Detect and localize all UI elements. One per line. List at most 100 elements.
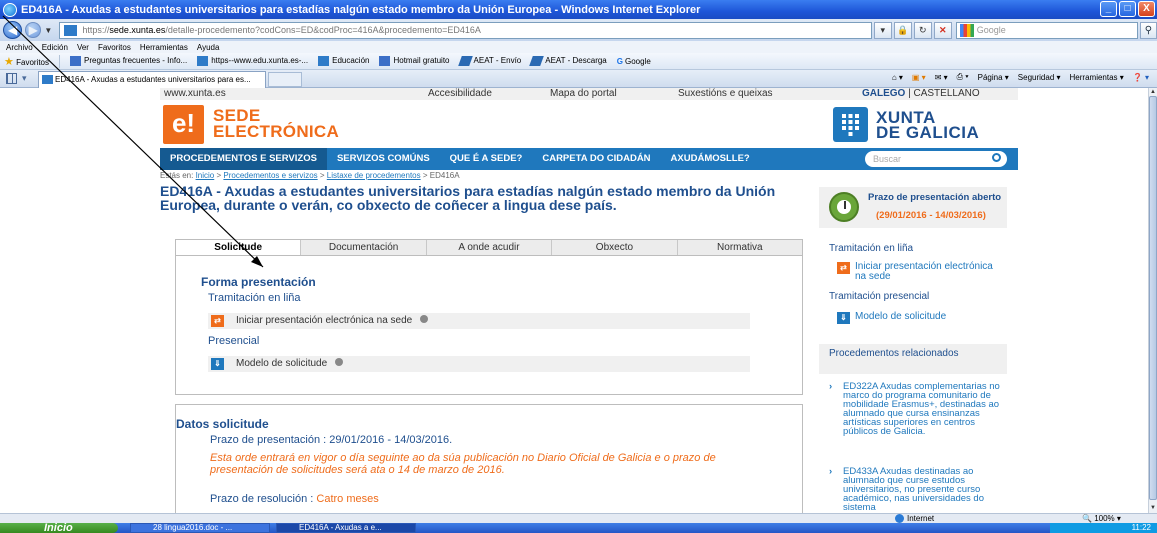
menu-favoritos[interactable]: Favoritos <box>98 43 131 52</box>
menu-edicion[interactable]: Edición <box>42 43 68 52</box>
lang-galego-link[interactable]: GALEGO <box>862 88 905 99</box>
taskbar-item-word[interactable]: 28 lingua2016.doc - ... <box>130 523 270 533</box>
site-search-input[interactable]: Buscar <box>865 151 1007 167</box>
favorite-label: AEAT - Envío <box>473 56 522 66</box>
xunta-domain-link[interactable]: www.xunta.es <box>164 88 226 100</box>
favorites-label: Favoritos <box>16 57 50 67</box>
window-controls: _ □ X <box>1100 1 1155 17</box>
xunta-emblem-icon[interactable] <box>833 107 868 142</box>
sidebar-modelo-link[interactable]: ⇓ Modelo de solicitude <box>837 312 997 324</box>
refresh-icon[interactable]: ↻ <box>913 21 932 39</box>
search-icon[interactable] <box>992 153 1001 162</box>
menu-herramientas[interactable]: Herramientas <box>140 43 188 52</box>
print-icon[interactable]: ⎙ ▾ <box>957 72 969 82</box>
sede-logo-icon[interactable]: e! <box>163 105 204 144</box>
menu-archivo[interactable]: Archivo <box>6 43 33 52</box>
tab-obxecto[interactable]: Obxecto <box>552 240 678 255</box>
prazo-label: Prazo de presentación : <box>210 434 330 446</box>
modelo-solicitude-row[interactable]: ⇓ Modelo de solicitude <box>208 356 750 372</box>
modelo-solicitude-link[interactable]: Modelo de solicitude <box>236 358 327 369</box>
minimize-button[interactable]: _ <box>1100 1 1117 17</box>
browser-tab-active[interactable]: ED416A - Axudas a estudantes universitar… <box>38 71 266 88</box>
url-host: sede.xunta.es <box>109 24 166 35</box>
address-input[interactable]: https://sede.xunta.es/detalle-procedemen… <box>59 21 872 39</box>
zoom-level: 100% <box>1094 514 1115 523</box>
menu-ayuda[interactable]: Ayuda <box>197 43 220 52</box>
divider <box>59 54 61 68</box>
favorite-item[interactable]: G Google <box>617 57 651 66</box>
suxestions-link[interactable]: Suxestións e queixas <box>678 88 773 100</box>
tools-menu[interactable]: Herramientas ▾ <box>1070 73 1124 82</box>
favorites-button[interactable]: ★ Favoritos <box>4 55 49 68</box>
help-icon[interactable] <box>335 358 344 367</box>
page-title: ED416A - Axudas a estudantes universitar… <box>160 183 776 213</box>
lang-separator: | <box>905 88 914 99</box>
start-button[interactable]: Inicio <box>0 523 118 533</box>
tab-list-icon[interactable]: ▾ <box>22 73 33 84</box>
favorite-item[interactable]: AEAT - Envío <box>457 56 522 66</box>
scroll-down-icon[interactable]: ▼ <box>1149 504 1157 512</box>
stop-icon[interactable]: ✕ <box>933 21 952 39</box>
mail-icon[interactable]: ✉ ▾ <box>935 73 948 82</box>
breadcrumb: Estás en: Inicio > Procedementos e servi… <box>160 171 460 180</box>
tab-a-onde-acudir[interactable]: A onde acudir <box>426 240 553 255</box>
search-icon[interactable]: ⚲ <box>1139 21 1157 39</box>
related-procedure-link[interactable]: ED322A Axudas complementarias no marco d… <box>829 382 1005 437</box>
nav-servizos-comuns[interactable]: SERVIZOS COMÚNS <box>327 148 440 170</box>
breadcrumb-inicio[interactable]: Inicio <box>196 171 215 180</box>
help-icon[interactable]: ❓ ▾ <box>1133 73 1149 82</box>
main-nav: PROCEDEMENTOS E SERVIZOS SERVIZOS COMÚNS… <box>160 148 1018 170</box>
xunta-de-galicia-title[interactable]: XUNTA DE GALICIA <box>876 109 979 141</box>
accesibilidade-link[interactable]: Accesibilidade <box>428 88 492 100</box>
taskbar: Inicio 28 lingua2016.doc - ... ED416A - … <box>0 523 1157 533</box>
favorite-item[interactable]: https--www.edu.xunta.es-... <box>197 56 308 66</box>
lock-icon[interactable]: 🔒 <box>893 21 912 39</box>
favorite-item[interactable]: Hotmail gratuito <box>379 56 450 66</box>
nav-procedementos[interactable]: PROCEDEMENTOS E SERVIZOS <box>160 148 327 170</box>
home-icon[interactable]: ⌂ ▾ <box>892 73 903 82</box>
lang-castellano-link[interactable]: CASTELLANO <box>914 88 980 99</box>
tab-documentacion[interactable]: Documentación <box>301 240 427 255</box>
forward-button[interactable]: ▶ <box>25 22 42 38</box>
help-icon[interactable] <box>420 315 429 324</box>
back-button[interactable]: ◀ <box>3 21 23 39</box>
favorite-item[interactable]: Educación <box>318 56 369 66</box>
breadcrumb-prefix: Estás en: <box>160 171 196 180</box>
scrollbar-thumb[interactable] <box>1149 96 1157 500</box>
sede-electronica-title[interactable]: SEDE ELECTRÓNICA <box>213 107 339 140</box>
page-menu[interactable]: Página ▾ <box>978 73 1009 82</box>
favorite-item[interactable]: AEAT - Descarga <box>529 56 607 66</box>
new-tab-button[interactable] <box>268 72 302 87</box>
mapa-portal-link[interactable]: Mapa do portal <box>550 88 617 100</box>
site-search-placeholder: Buscar <box>873 154 902 164</box>
search-input[interactable]: Google <box>955 21 1138 39</box>
menu-ver[interactable]: Ver <box>77 43 89 52</box>
favorite-item[interactable]: Preguntas frecuentes - Info... <box>70 56 187 66</box>
page-scrollbar[interactable]: ▲ ▼ <box>1148 88 1157 513</box>
iniciar-presentacion-link[interactable]: Iniciar presentación electrónica na sede <box>236 315 412 326</box>
prazo-aberto-title: Prazo de presentación aberto <box>868 192 1002 203</box>
feeds-icon[interactable]: ▣ ▾ <box>912 73 926 82</box>
nav-carpeta[interactable]: CARPETA DO CIDADÁN <box>532 148 660 170</box>
address-dropdown-icon[interactable]: ▾ <box>873 21 892 39</box>
related-procedure-link[interactable]: ED433A Axudas destinadas ao alumnado que… <box>829 467 1005 513</box>
site-header: e! SEDE ELECTRÓNICA XUNTA DE GALICIA <box>160 100 1018 148</box>
close-button[interactable]: X <box>1138 1 1155 17</box>
security-menu[interactable]: Seguridad ▾ <box>1018 73 1061 82</box>
tab-solicitude[interactable]: Solicitude <box>176 240 302 255</box>
taskbar-item-ie[interactable]: ED416A - Axudas a e... <box>276 523 416 533</box>
url-path: /detalle-procedemento?codCons=ED&codProc… <box>165 24 481 35</box>
nav-axudamoslle[interactable]: AXUDÁMOSLLE? <box>661 148 760 170</box>
maximize-button[interactable]: □ <box>1119 1 1136 17</box>
nav-que-e-a-sede[interactable]: QUE É A SEDE? <box>440 148 533 170</box>
recent-pages-dropdown[interactable]: ▼ <box>44 26 52 35</box>
sidebar-iniciar-link[interactable]: ⇄ Iniciar presentación electrónica na se… <box>837 262 997 282</box>
screen: ED416A - Axudas a estudantes universitar… <box>0 0 1157 533</box>
resolucion-label: Prazo de resolución : <box>210 493 317 505</box>
quick-tabs-icon[interactable] <box>6 73 17 84</box>
breadcrumb-listaxe[interactable]: Listaxe de procedementos <box>327 171 421 180</box>
tab-normativa[interactable]: Normativa <box>677 240 803 255</box>
breadcrumb-procedementos[interactable]: Procedementos e servizos <box>223 171 317 180</box>
iniciar-presentacion-row[interactable]: ⇄ Iniciar presentación electrónica na se… <box>208 313 750 329</box>
scroll-up-icon[interactable]: ▲ <box>1149 88 1157 96</box>
